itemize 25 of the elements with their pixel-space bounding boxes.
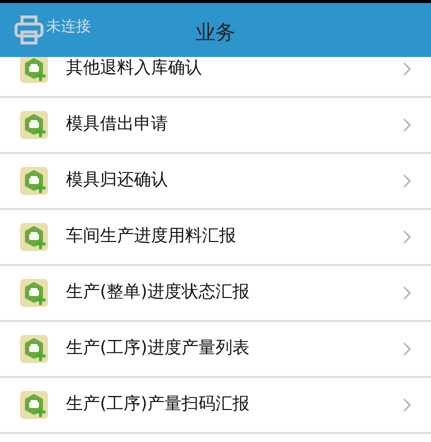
chevron-right-icon — [403, 118, 411, 132]
printer-icon[interactable] — [14, 15, 44, 45]
car-add-icon — [20, 223, 48, 251]
item-label: 生产(整单)进度状态汇报 — [66, 281, 250, 304]
chevron-right-icon — [403, 286, 411, 300]
car-add-icon — [20, 111, 48, 139]
chevron-right-icon — [403, 342, 411, 356]
menu-item[interactable]: 其他退料入库确认 — [0, 57, 431, 98]
chevron-right-icon — [403, 62, 411, 76]
chevron-right-icon — [403, 174, 411, 188]
item-label: 其他退料入库确认 — [66, 57, 203, 80]
car-add-icon — [20, 391, 48, 419]
car-add-icon — [20, 335, 48, 363]
chevron-right-icon — [403, 398, 411, 412]
printer-status: 未连接 — [46, 19, 91, 34]
item-label: 生产(工序)产量扫码汇报 — [66, 393, 250, 416]
car-add-icon — [20, 279, 48, 307]
item-label: 生产(工序)进度产量列表 — [66, 337, 250, 360]
car-add-icon — [20, 167, 48, 195]
item-label: 车间生产进度用料汇报 — [66, 225, 237, 248]
chevron-right-icon — [403, 230, 411, 244]
item-label: 模具归还确认 — [66, 169, 169, 192]
page-title: 业务 — [196, 19, 236, 46]
item-label: 模具借出申请 — [66, 113, 169, 136]
car-add-icon — [20, 57, 48, 83]
